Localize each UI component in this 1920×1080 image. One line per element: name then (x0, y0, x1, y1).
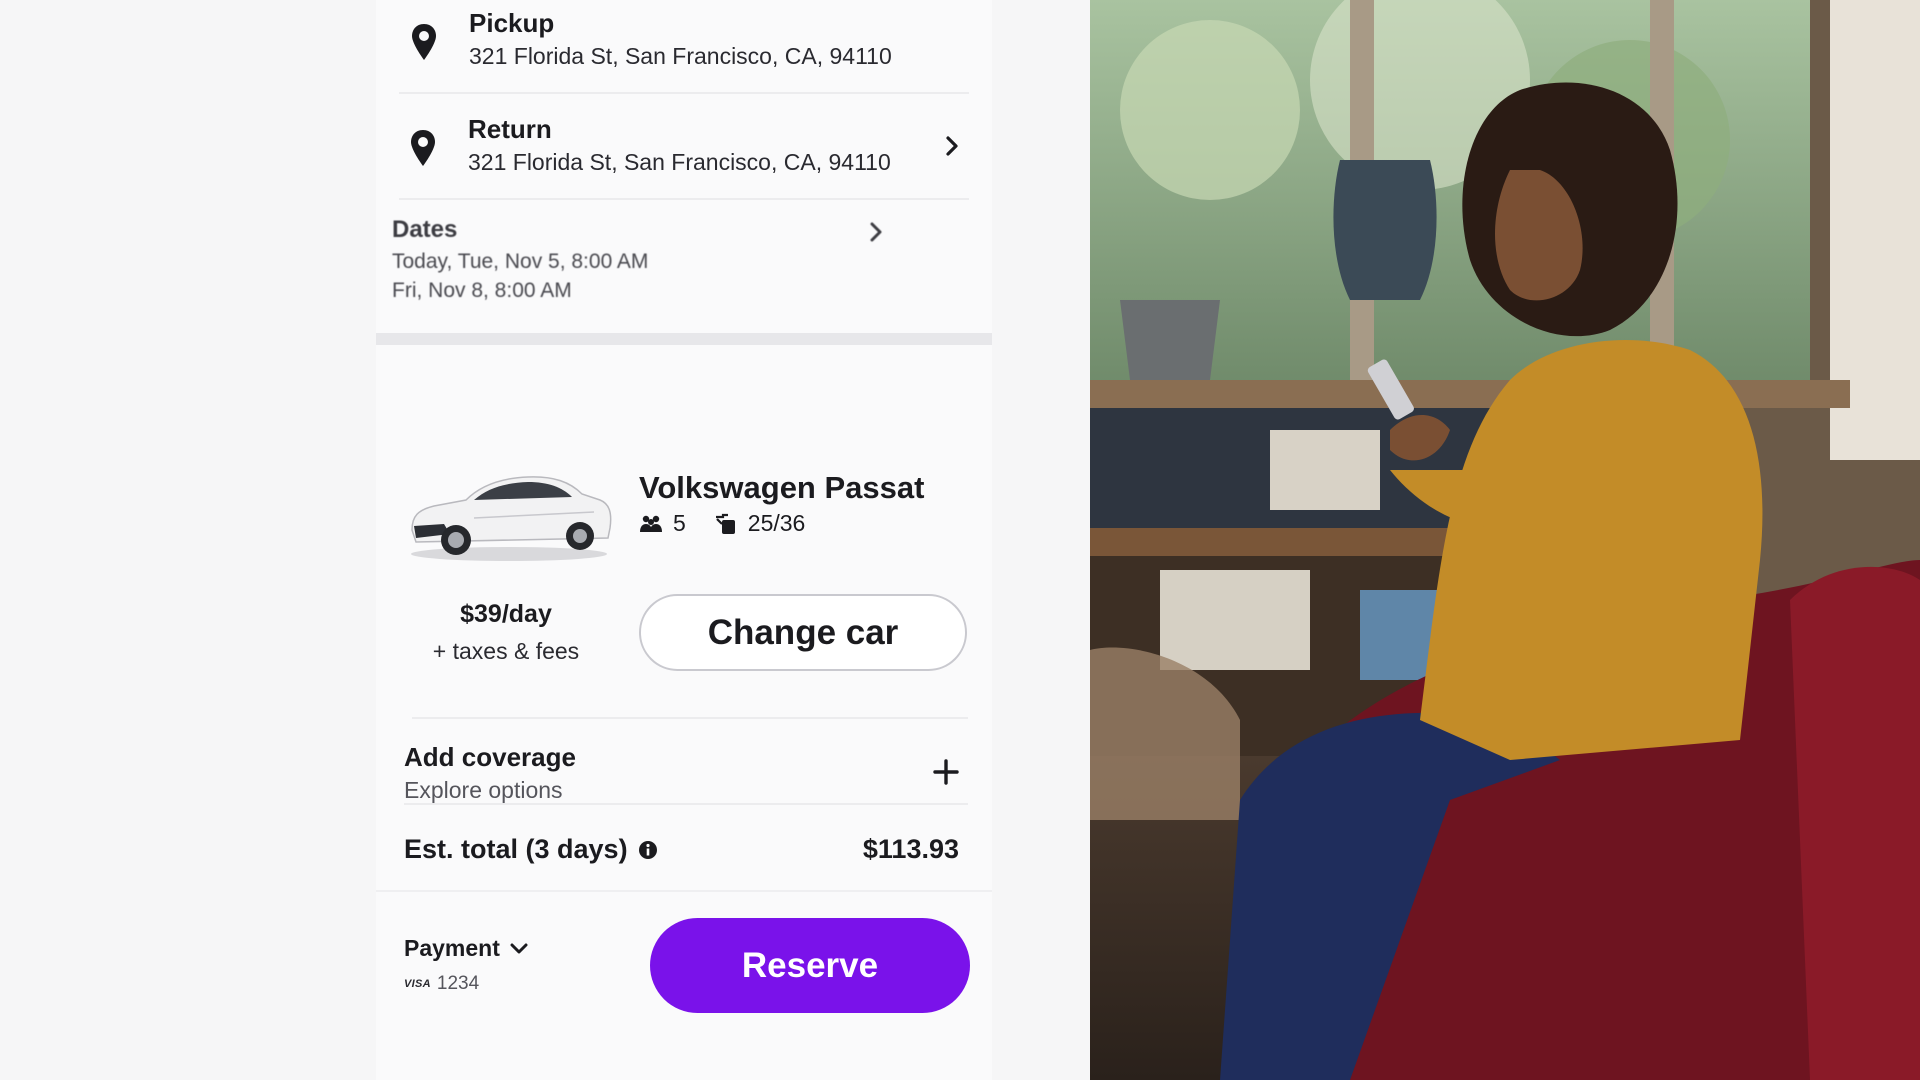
divider (404, 803, 968, 805)
car-name: Volkswagen Passat (639, 470, 925, 505)
coverage-row[interactable]: Add coverage Explore options (376, 720, 992, 803)
location-pin-icon (411, 130, 435, 166)
car-image (411, 476, 612, 561)
coverage-subtitle: Explore options (404, 777, 563, 803)
visa-logo: VISA (404, 978, 431, 990)
coverage-title: Add coverage (404, 742, 576, 772)
location-pin-icon (412, 24, 436, 60)
divider (376, 890, 992, 892)
fuel-icon (715, 513, 735, 534)
dates-end: Fri, Nov 8, 8:00 AM (392, 279, 572, 302)
dates-title: Dates (392, 216, 458, 243)
car-specs: 5 25/36 (639, 510, 805, 537)
woman-with-phone-image (1090, 0, 1920, 1080)
seats-count: 5 (673, 510, 686, 536)
total-label-group: Est. total (3 days) (404, 834, 658, 865)
return-title: Return (468, 114, 552, 144)
return-address: 321 Florida St, San Francisco, CA, 94110 (468, 149, 891, 175)
section-divider (376, 333, 992, 345)
chevron-right-icon (946, 136, 958, 156)
payment-card: VISA 1234 (404, 973, 479, 995)
info-icon[interactable] (638, 840, 658, 860)
chevron-right-icon (870, 222, 882, 242)
pickup-title: Pickup (469, 8, 555, 38)
pickup-row[interactable]: Pickup 321 Florida St, San Francisco, CA… (376, 0, 992, 92)
lifestyle-photo (1090, 0, 1920, 1080)
taxes-note: + taxes & fees (432, 638, 580, 664)
mpg-value: 25/36 (747, 510, 806, 536)
change-car-button[interactable]: Change car (639, 594, 967, 671)
dates-row[interactable]: Dates Today, Tue, Nov 5, 8:00 AM Fri, No… (376, 200, 992, 333)
payment-label: Payment (404, 935, 500, 961)
payment-selector[interactable]: Payment (404, 935, 528, 962)
divider (412, 717, 968, 719)
pickup-address: 321 Florida St, San Francisco, CA, 94110 (469, 43, 892, 69)
card-last4: 1234 (436, 973, 480, 994)
reserve-button[interactable]: Reserve (650, 918, 970, 1013)
plus-icon[interactable] (932, 758, 960, 786)
total-label: Est. total (3 days) (404, 834, 628, 864)
daily-rate: $39/day (460, 600, 552, 628)
dates-start: Today, Tue, Nov 5, 8:00 AM (392, 250, 649, 273)
people-icon (640, 515, 662, 532)
return-row[interactable]: Return 321 Florida St, San Francisco, CA… (376, 94, 992, 198)
chevron-down-icon (510, 943, 528, 953)
total-value: $113.93 (862, 834, 959, 864)
booking-screen: Pickup 321 Florida St, San Francisco, CA… (376, 0, 992, 1080)
